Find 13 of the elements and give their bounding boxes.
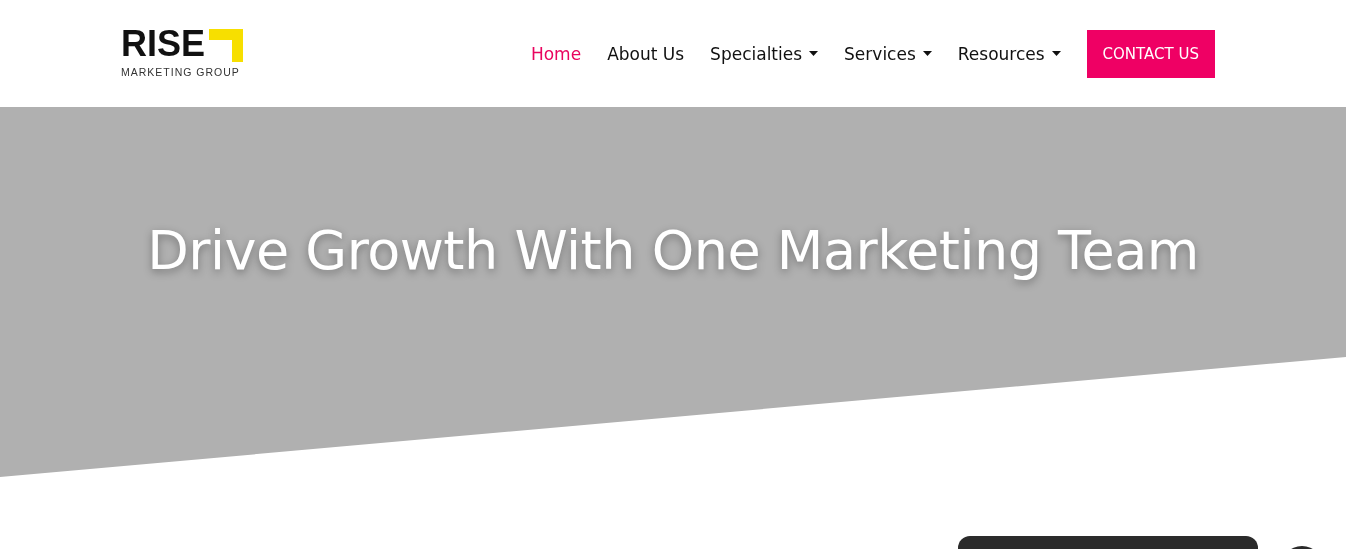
nav-link[interactable]: About Us: [607, 43, 685, 64]
logo-wordmark: RISE: [121, 29, 206, 59]
caret-icon: [809, 51, 819, 56]
caret-icon: [922, 51, 932, 56]
nav-link[interactable]: Home: [530, 43, 582, 64]
hero-title: Drive Growth With One Marketing Team: [146, 218, 1200, 282]
caret-icon: [1051, 51, 1061, 56]
logo-tagline: MARKETING GROUP: [121, 66, 241, 78]
nav-link[interactable]: Services: [844, 43, 932, 64]
contact-button[interactable]: CONTACT US: [1086, 29, 1215, 78]
corner-bracket-icon: [209, 29, 244, 62]
nav-link[interactable]: Resources: [957, 43, 1061, 64]
nav-link[interactable]: Specialties: [710, 43, 819, 64]
